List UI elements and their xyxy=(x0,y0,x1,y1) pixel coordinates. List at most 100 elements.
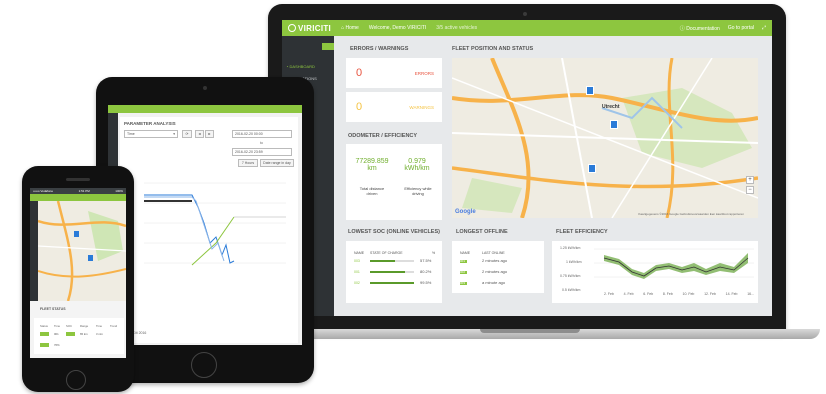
offline-row-name[interactable]: 003 xyxy=(460,281,465,285)
refresh-button[interactable]: ⟳ xyxy=(182,130,192,138)
phone-speaker xyxy=(66,178,90,181)
eff-y-tick: 1 kWh/km xyxy=(566,260,582,264)
phone-sidebar xyxy=(30,201,38,301)
errors-title: ERRORS / WARNINGS xyxy=(350,46,409,52)
phone-header: Status xyxy=(40,324,48,328)
longest-offline-card: NAME LAST ONLINE 001 2 minutes ago 002 2 mi… xyxy=(452,241,544,293)
date-to-input[interactable]: 2016-02-20 23:59 xyxy=(232,148,292,156)
date-range-button[interactable]: Date range in day xyxy=(260,159,294,167)
offline-row-name[interactable]: 001 xyxy=(460,259,465,263)
errors-count: 0 xyxy=(356,67,363,79)
next-button[interactable]: ► xyxy=(205,130,214,138)
longest-offline-title: LONGEST OFFLINE xyxy=(456,229,508,235)
soc-row-pct: 99.5% xyxy=(420,280,432,285)
soc-row-name[interactable]: 001 xyxy=(354,270,360,274)
hours-button[interactable]: 7 Hours xyxy=(238,159,258,167)
soc-bar-fill xyxy=(370,271,406,273)
eff-y-tick: 1.25 kWh/km xyxy=(560,246,581,250)
phone-header: Time xyxy=(54,324,61,328)
soc-chip xyxy=(66,332,75,336)
fleet-efficiency-card: 1.25 kWh/km 1 kWh/km 0.75 kWh/km 0.5 kWh… xyxy=(552,241,758,303)
soc-bar-fill xyxy=(370,282,414,284)
phone-map[interactable] xyxy=(38,201,126,301)
date-from-input[interactable]: 2016-02-20 00:00 xyxy=(232,130,292,138)
soc-row-pct: 57.5% xyxy=(420,258,432,263)
tablet-home-button[interactable] xyxy=(191,352,217,378)
eff-x-tick: 6. Feb xyxy=(643,292,654,296)
phone-cell: 65 km xyxy=(80,332,88,336)
google-logo: Google xyxy=(455,209,476,215)
offline-row-name[interactable]: 002 xyxy=(460,270,465,274)
sidebar-item-dashboard[interactable]: ◔ DASHBOARD xyxy=(286,64,315,69)
eff-x-tick: 12. Feb xyxy=(704,292,716,296)
fleet-status-title: FLEET STATUS xyxy=(40,307,66,311)
offline-row-last: 2 minutes ago xyxy=(482,269,508,274)
eff-x-tick: 10. Feb xyxy=(682,292,695,296)
parameter-analysis-title: PARAMETER ANALYSIS xyxy=(124,121,176,126)
vehicle-marker-icon[interactable] xyxy=(586,86,594,95)
parameter-chart xyxy=(144,182,286,266)
laptop-screen: VIRICITI ⌂ Home Welcome, Demo VIRICITI 3… xyxy=(282,20,772,316)
soc-row-pct: 80.2% xyxy=(420,269,432,274)
go-to-portal-link[interactable]: Go to portal xyxy=(728,25,754,32)
fullscreen-icon[interactable]: ⤢ xyxy=(762,25,766,32)
offline-row-last: a minute ago xyxy=(482,280,506,285)
logo-ring-icon xyxy=(288,24,296,32)
eff-x-tick: 2. Feb xyxy=(604,292,614,296)
info-icon: ⓘ xyxy=(679,25,685,32)
phone-home-button[interactable] xyxy=(66,370,86,390)
soc-row-name[interactable]: 003 xyxy=(354,259,360,263)
odometer-title: ODOMETER / EFFICIENCY xyxy=(348,133,418,139)
eff-x-tick: 8. Feb xyxy=(662,292,673,296)
distance-label: Total distance driven xyxy=(359,186,385,196)
map-copyright: Kaartgegevens ©2016 Google Gebruiksvoorw… xyxy=(638,212,744,216)
phone-header: Time xyxy=(96,324,103,328)
active-vehicles-text: 3/5 active vehicles xyxy=(436,25,478,31)
efficiency-chart xyxy=(594,248,754,279)
documentation-link[interactable]: ⓘ Documentation xyxy=(680,25,720,32)
warnings-label: WARNINGS xyxy=(409,105,434,110)
soc-header-name: NAME xyxy=(354,251,365,255)
eff-y-tick: 0.5 kWh/km xyxy=(562,288,581,292)
vehicle-marker-icon[interactable] xyxy=(588,164,596,173)
phone-header: Trend xyxy=(110,324,118,328)
prev-button[interactable]: ◄ xyxy=(195,130,204,138)
fleet-map[interactable]: Utrecht + − Google Kaartgegevens ©2016 G… xyxy=(452,58,758,218)
errors-label: ERRORS xyxy=(414,71,434,76)
phone-screen: •••oo Vodafone 1:51 PM 100% FLEET STATUS… xyxy=(30,188,126,358)
efficiency-band xyxy=(604,253,748,279)
top-nav-bar: VIRICITI ⌂ Home Welcome, Demo VIRICITI 3… xyxy=(282,20,772,36)
odometer-card: 77289.859 km 0.979 kWh/km Total distance… xyxy=(346,144,442,220)
chevron-down-icon: ▾ xyxy=(173,132,175,136)
map-roads xyxy=(452,58,758,218)
laptop-camera xyxy=(523,12,527,16)
nav-home-link[interactable]: ⌂ Home xyxy=(341,25,359,31)
soc-header-charge: STATE OF CHARGE xyxy=(370,251,403,255)
errors-card[interactable]: 0 ERRORS xyxy=(346,58,442,88)
zoom-out-button[interactable]: − xyxy=(746,186,754,194)
fleet-efficiency-title: FLEET EFFICIENCY xyxy=(556,229,608,235)
phone-cell: 76% xyxy=(54,343,60,347)
fleet-map-title: FLEET POSITION AND STATUS xyxy=(452,46,534,52)
dashboard-main: ERRORS / WARNINGS 0 ERRORS 0 WARNINGS OD… xyxy=(334,36,772,316)
tablet-camera xyxy=(203,86,207,90)
phone-fleet-table: Status Time SOC Range Time Trend 001 65 … xyxy=(34,318,124,354)
distance-value: 77289.859 km xyxy=(355,158,389,172)
parameter-select[interactable]: Time ▾ xyxy=(124,130,178,138)
vehicle-marker-icon[interactable] xyxy=(610,120,618,129)
status-chip xyxy=(40,343,49,347)
warnings-card[interactable]: 0 WARNINGS xyxy=(346,92,442,122)
eff-x-tick: 16... xyxy=(747,292,754,296)
zoom-in-button[interactable]: + xyxy=(746,176,754,184)
efficiency-label: Efficiency while driving xyxy=(404,186,432,196)
phone-app-bar xyxy=(30,194,126,201)
parameter-analysis-panel: PARAMETER ANALYSIS Time ▾ ⟳ ◄ ► 2016-02-… xyxy=(120,117,298,343)
lowest-soc-title: LOWEST SOC (ONLINE VEHICLES) xyxy=(348,229,440,235)
offline-header-name: NAME xyxy=(460,251,471,255)
phone-cell: 001 xyxy=(54,332,59,336)
soc-row-name[interactable]: 002 xyxy=(354,281,360,285)
soc-bar-fill xyxy=(370,260,396,262)
efficiency-value: 0.979 kWh/km xyxy=(404,158,430,172)
viriciti-logo[interactable]: VIRICITI xyxy=(288,24,331,33)
warnings-count: 0 xyxy=(356,101,363,113)
